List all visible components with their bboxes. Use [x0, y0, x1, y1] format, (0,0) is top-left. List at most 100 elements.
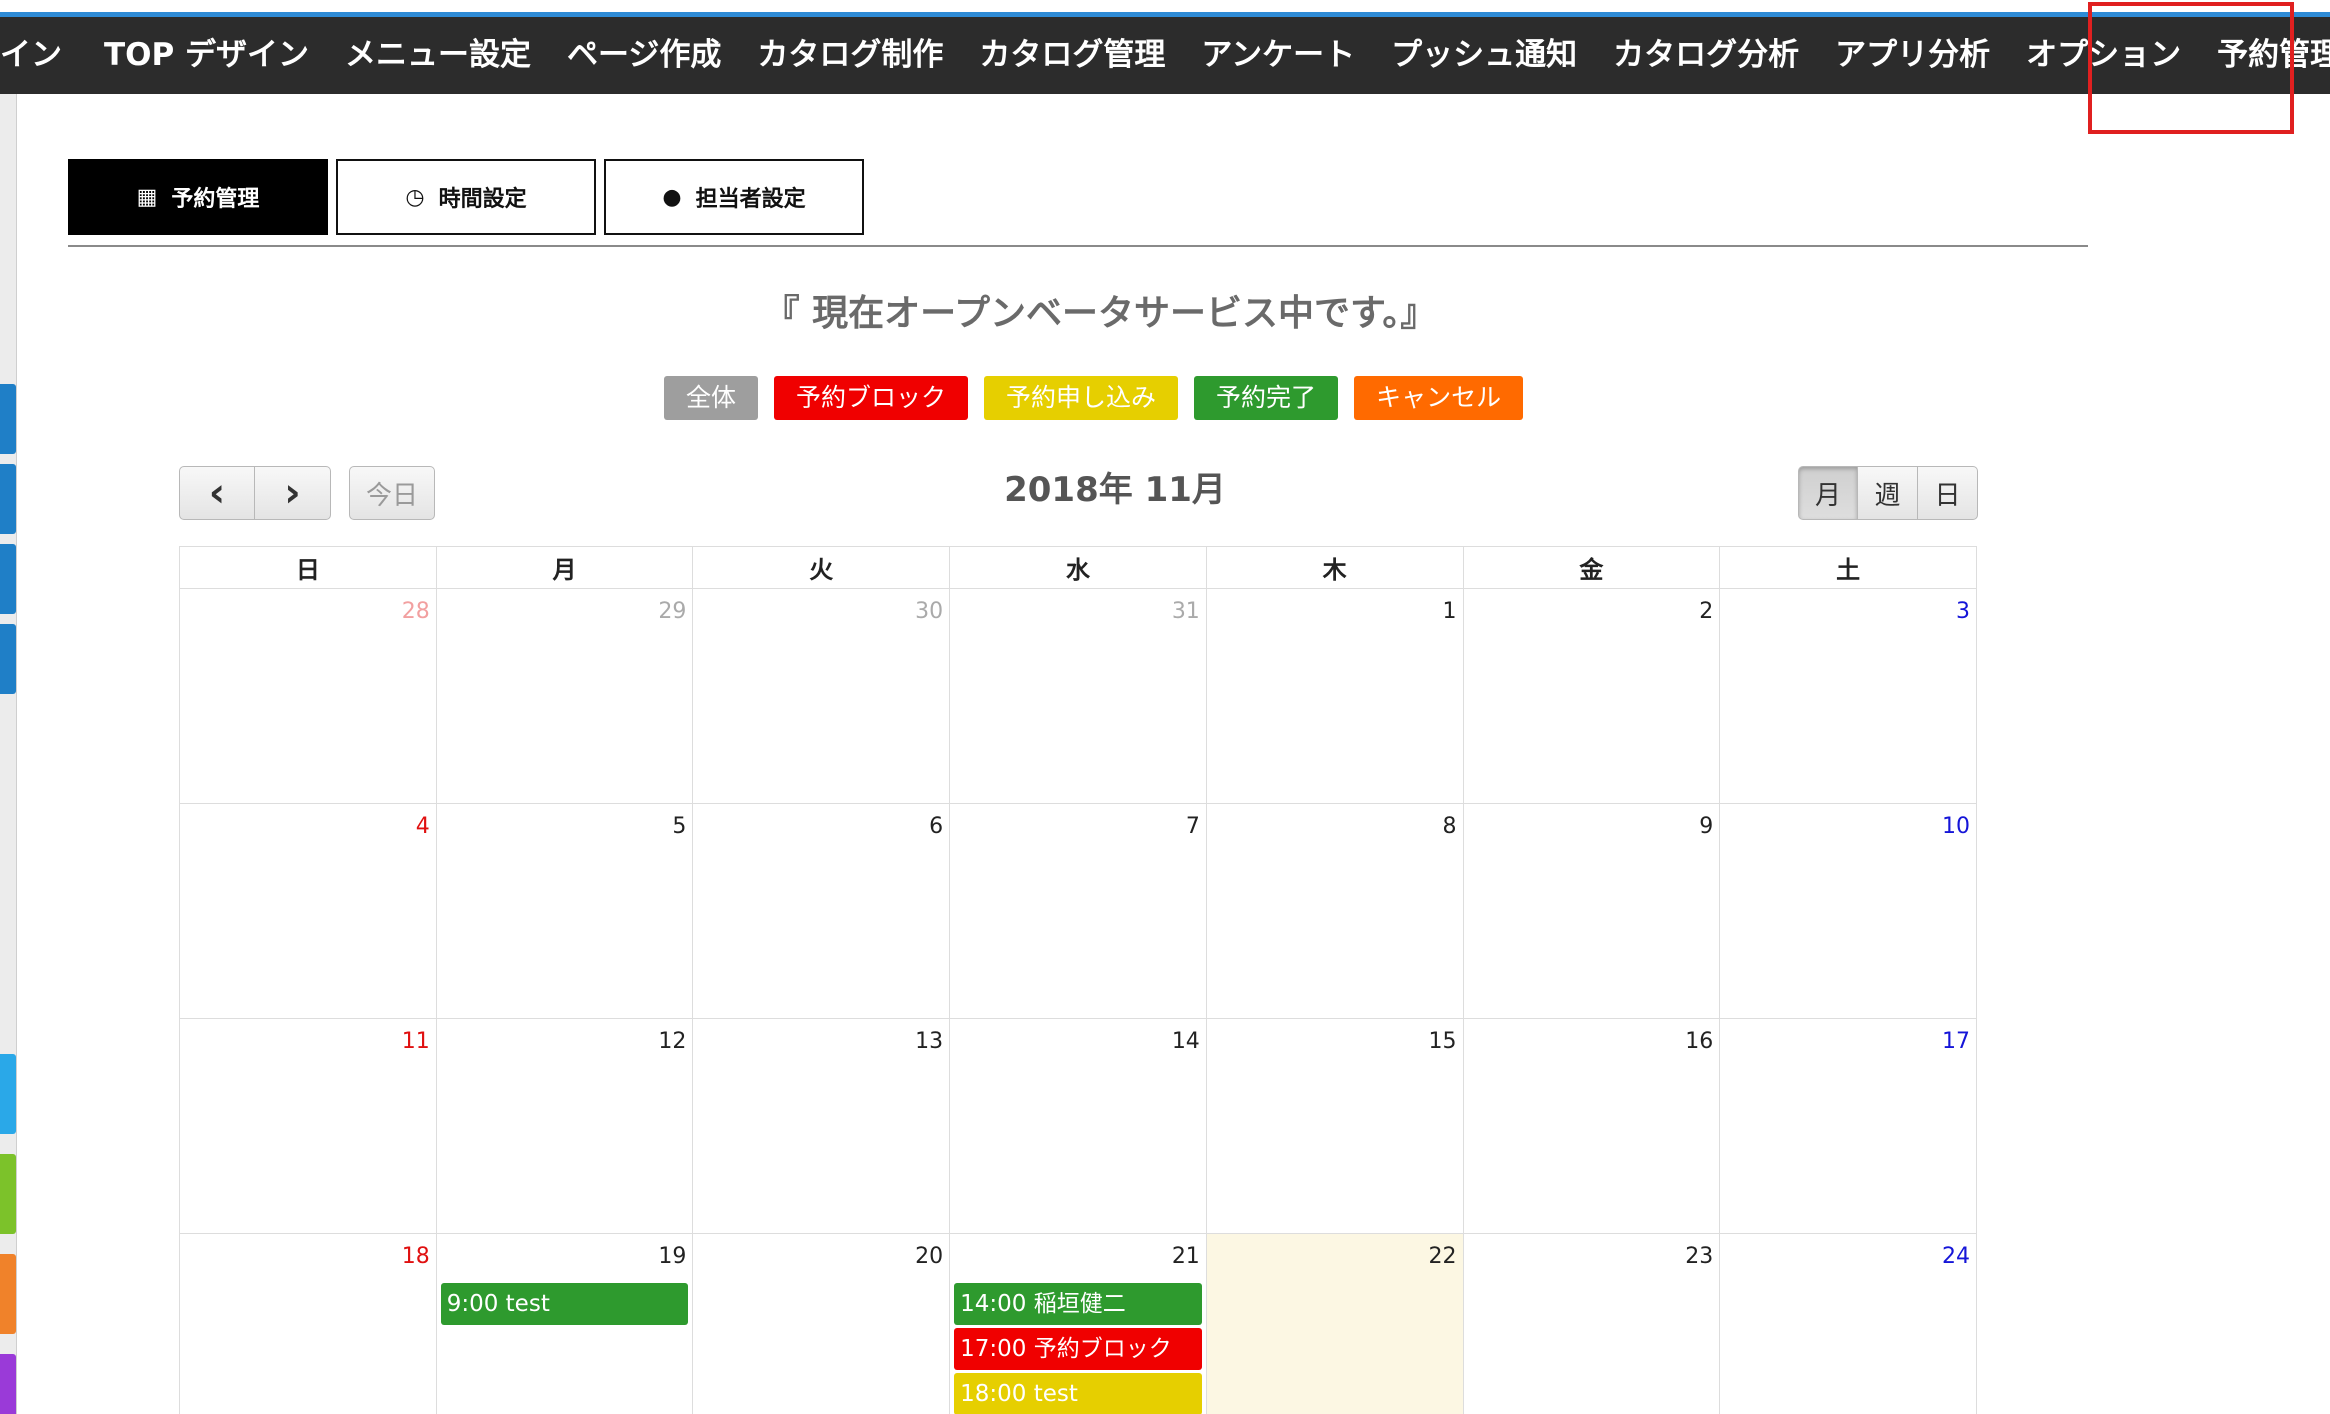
tab-time-settings[interactable]: ◷ 時間設定 [336, 159, 596, 235]
day-number: 30 [915, 599, 944, 624]
today-button[interactable]: 今日 [349, 466, 435, 520]
calendar-event[interactable]: 18:00 test [954, 1373, 1202, 1414]
calendar-day[interactable]: 9 [1462, 803, 1721, 1019]
sidebar-tab[interactable] [0, 384, 16, 454]
view-switcher: 月週日 [1798, 466, 1978, 520]
calendar-day[interactable]: 12 [435, 1018, 694, 1234]
tab-label: 担当者設定 [695, 187, 806, 212]
day-number: 23 [1685, 1244, 1714, 1269]
calendar-day[interactable]: 15 [1205, 1018, 1464, 1234]
day-number: 19 [658, 1244, 687, 1269]
weekday-header: 金 [1462, 546, 1721, 589]
calendar-day[interactable]: 5 [435, 803, 694, 1019]
calendar-day[interactable]: 2 [1462, 588, 1721, 804]
calendar-day[interactable]: 18 [179, 1233, 437, 1414]
sidebar-tab[interactable] [0, 624, 16, 694]
event-list: 14:00 稲垣健二 17:00 予約ブロック 18:00 test [950, 1283, 1206, 1414]
nav-item[interactable]: アンケート [1183, 17, 1373, 94]
view-button[interactable]: 週 [1858, 466, 1918, 520]
legend-filter[interactable]: 予約申し込み [984, 376, 1179, 420]
calendar-day[interactable]: 30 [692, 588, 951, 804]
tab-reservations[interactable]: ▦ 予約管理 [68, 159, 328, 235]
calendar-day[interactable]: 17 [1719, 1018, 1977, 1234]
calendar-event[interactable]: 14:00 稲垣健二 [954, 1283, 1202, 1325]
day-number: 8 [1442, 814, 1457, 839]
sidebar-button[interactable] [0, 1154, 16, 1234]
day-number: 2 [1699, 599, 1714, 624]
tab-staff-settings[interactable]: ● 担当者設定 [604, 159, 864, 235]
calendar-day[interactable]: 22 [1205, 1233, 1464, 1414]
legend-filter[interactable]: 全体 [664, 376, 759, 420]
sidebar-tab[interactable] [0, 544, 16, 614]
nav-item[interactable]: カタログ制作 [739, 17, 961, 94]
nav-item[interactable]: カタログ分析 [1595, 17, 1817, 94]
calendar-day[interactable]: 4 [179, 803, 437, 1019]
calendar-event[interactable]: 17:00 予約ブロック [954, 1328, 1202, 1370]
weekday-header: 木 [1205, 546, 1464, 589]
calendar-icon: ▦ [136, 184, 158, 210]
clock-icon: ◷ [405, 184, 425, 210]
view-button[interactable]: 月 [1798, 466, 1858, 520]
calendar-day[interactable]: 13 [692, 1018, 951, 1234]
next-month-button[interactable]: › [255, 466, 331, 520]
nav-item[interactable]: 予約管理 [2199, 17, 2330, 94]
legend-filter[interactable]: キャンセル [1354, 376, 1524, 420]
calendar-day[interactable]: 24 [1719, 1233, 1977, 1414]
weekday-header: 月 [435, 546, 694, 589]
nav-item[interactable]: プッシュ通知 [1373, 17, 1595, 94]
calendar-day[interactable]: 21 14:00 稲垣健二 17:00 予約ブロック 18:00 test [949, 1233, 1207, 1414]
day-number: 11 [401, 1029, 430, 1054]
legend-filter[interactable]: 予約完了 [1194, 376, 1339, 420]
day-number: 5 [672, 814, 687, 839]
calendar-day[interactable]: 28 [179, 588, 437, 804]
month-calendar: 日月火水木金土 28 29 30 31 1 2 3 4 5 6 7 8 9 10 11 12 13 14 15 16 1… [179, 546, 1977, 1414]
calendar-day[interactable]: 6 [692, 803, 951, 1019]
calendar-day[interactable]: 3 [1719, 588, 1977, 804]
nav-item[interactable]: メニュー設定 [327, 17, 549, 94]
weekday-header: 火 [692, 546, 951, 589]
nav-item[interactable]: ページ作成 [549, 17, 739, 94]
calendar-day[interactable]: 20 [692, 1233, 951, 1414]
nav-item[interactable]: カタログ管理 [961, 17, 1183, 94]
day-number: 15 [1428, 1029, 1457, 1054]
calendar-day[interactable]: 1 [1205, 588, 1464, 804]
calendar-day[interactable]: 31 [949, 588, 1207, 804]
day-number: 9 [1699, 814, 1714, 839]
day-number: 17 [1942, 1029, 1970, 1054]
nav-item[interactable]: オプション [2008, 17, 2199, 94]
sidebar-button[interactable] [0, 1054, 16, 1134]
weekday-header: 日 [179, 546, 437, 589]
calendar-day[interactable]: 16 [1462, 1018, 1721, 1234]
calendar-day[interactable]: 29 [435, 588, 694, 804]
day-number: 22 [1428, 1244, 1457, 1269]
day-number: 7 [1185, 814, 1200, 839]
calendar-day[interactable]: 14 [949, 1018, 1207, 1234]
reservation-tabs: ▦ 予約管理 ◷ 時間設定 ● 担当者設定 [68, 159, 864, 235]
tabs-divider [68, 245, 2088, 247]
sidebar-button[interactable] [0, 1254, 16, 1334]
prev-month-button[interactable]: ‹ [179, 466, 255, 520]
calendar-week: 11 12 13 14 15 16 17 [179, 1018, 1977, 1234]
calendar-week: 18 19 9:00 test 20 21 14:00 稲垣健二 17:00 予約ブロック 1… [179, 1233, 1977, 1414]
calendar-event[interactable]: 9:00 test [440, 1283, 689, 1325]
status-legend: 全体 予約ブロック 予約申し込み 予約完了 キャンセル [664, 376, 1524, 420]
nav-item[interactable]: アプリ分析 [1817, 17, 2008, 94]
day-number: 21 [1171, 1244, 1200, 1269]
nav-item[interactable]: イン [0, 17, 86, 94]
nav-item[interactable]: TOP デザイン [86, 17, 327, 94]
users-icon: ● [662, 184, 682, 210]
legend-filter[interactable]: 予約ブロック [774, 376, 969, 420]
calendar-day[interactable]: 8 [1205, 803, 1464, 1019]
tab-label: 時間設定 [438, 187, 527, 212]
calendar-day[interactable]: 10 [1719, 803, 1977, 1019]
calendar-day[interactable]: 19 9:00 test [435, 1233, 694, 1414]
calendar-day[interactable]: 7 [949, 803, 1207, 1019]
day-number: 16 [1685, 1029, 1714, 1054]
beta-message: 『 現在オープンベータサービス中です。』 [763, 293, 1437, 334]
weekday-header: 土 [1719, 546, 1977, 589]
calendar-day[interactable]: 23 [1462, 1233, 1721, 1414]
sidebar-tab[interactable] [0, 464, 16, 534]
calendar-day[interactable]: 11 [179, 1018, 437, 1234]
view-button[interactable]: 日 [1918, 466, 1978, 520]
sidebar-button[interactable] [0, 1354, 16, 1414]
